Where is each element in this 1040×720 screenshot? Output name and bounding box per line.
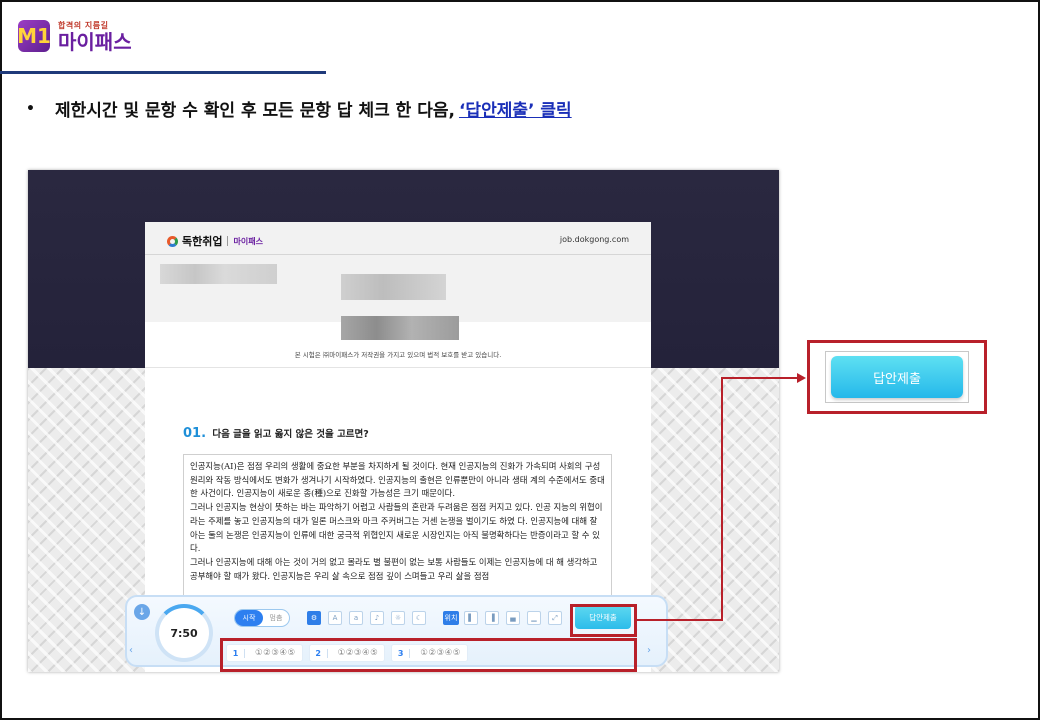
- paper-body-rule: [145, 367, 651, 368]
- question-title: 01. 다음 글을 읽고 옳지 않은 것을 고르면?: [183, 426, 369, 441]
- passage-paragraph: 그러나 인공지능에 대해 아는 것이 거의 없고 몰라도 별 불편이 없는 보통…: [190, 556, 598, 581]
- blurred-text-1: [160, 264, 277, 284]
- blurred-text-2: [341, 274, 446, 300]
- site-url: job.dokgong.com: [559, 235, 629, 244]
- expand-icon[interactable]: ⤢: [548, 611, 562, 625]
- callout-submit-button[interactable]: 답안제출: [825, 351, 969, 403]
- blurred-text-3: [341, 316, 459, 340]
- bell-icon[interactable]: ♪: [370, 611, 384, 625]
- brightness-icon[interactable]: ☼: [391, 611, 405, 625]
- highlight-submit-button: [570, 604, 637, 637]
- instruction-link[interactable]: ‘답안제출’ 클릭: [459, 96, 572, 121]
- start-toggle[interactable]: 시작: [235, 610, 263, 626]
- logo-name: 마이패스: [58, 29, 132, 54]
- gear-icon[interactable]: ⚙: [307, 611, 321, 625]
- brand-separator: [227, 236, 229, 246]
- layout-line-icon[interactable]: ▁: [527, 611, 541, 625]
- mypass-logo: M1 합격의 지름길 마이패스: [17, 18, 132, 54]
- header-rule: [0, 71, 326, 74]
- instruction-text: 제한시간 및 문항 수 확인 후 모든 문항 답 체크 한 다음,: [54, 101, 455, 121]
- highlight-answer-sheet: [220, 638, 637, 672]
- brand-sub: 마이패스: [233, 236, 263, 246]
- question-number: 01.: [183, 426, 207, 441]
- timer-toggle[interactable]: 시작 멈춤: [234, 609, 290, 627]
- dark-mode-icon[interactable]: ☾: [412, 611, 426, 625]
- timer: 7:50: [155, 604, 213, 662]
- logo-text: 합격의 지름길 마이패스: [58, 20, 132, 53]
- brand-logo-icon: [167, 235, 178, 247]
- passage-paragraph: 인공지능(AI)은 점점 우리의 생활에 중요한 부분을 차지하게 될 것이다.…: [190, 461, 605, 499]
- question-text: 다음 글을 읽고 옳지 않은 것을 고르면?: [212, 429, 369, 440]
- text-size-up-icon[interactable]: A: [328, 611, 342, 625]
- paper-brand: 독한취업 마이패스: [167, 233, 263, 249]
- layout-right-icon[interactable]: ▐: [485, 611, 499, 625]
- logo-tagline: 합격의 지름길: [58, 20, 109, 30]
- exam-screenshot: 독한취업 마이패스 job.dokgong.com 본 시험은 ㈜마이패스가 저…: [28, 170, 779, 672]
- pause-toggle[interactable]: 멈춤: [263, 610, 289, 626]
- callout-submit-label: 답안제출: [831, 356, 963, 398]
- bullet-icon: •: [26, 100, 35, 117]
- logo-mark-icon: M1: [17, 20, 51, 52]
- instruction-line: • 제한시간 및 문항 수 확인 후 모든 문항 답 체크 한 다음, ‘답안제…: [26, 96, 572, 122]
- chevron-left-icon[interactable]: ‹: [129, 645, 133, 656]
- layout-bottom-icon[interactable]: ▄: [506, 611, 520, 625]
- layout-left-icon[interactable]: ▌: [464, 611, 478, 625]
- chevron-right-icon[interactable]: ›: [647, 645, 651, 656]
- reading-passage: 인공지능(AI)은 점점 우리의 생활에 중요한 부분을 차지하게 될 것이다.…: [183, 454, 612, 604]
- brand-name: 독한취업: [182, 235, 223, 248]
- passage-paragraph: 그러나 인공지능 현상이 뜻하는 바는 파악하기 어렵고 사람들의 혼란과 두려…: [190, 502, 603, 554]
- download-icon[interactable]: ↓: [134, 604, 150, 620]
- copyright-notice: 본 시험은 ㈜마이패스가 저작권을 가지고 있으며 법적 보호를 받고 있습니다…: [294, 351, 502, 359]
- position-icon[interactable]: 위치: [443, 611, 459, 625]
- paper-divider: [145, 254, 651, 255]
- text-size-down-icon[interactable]: a: [349, 611, 363, 625]
